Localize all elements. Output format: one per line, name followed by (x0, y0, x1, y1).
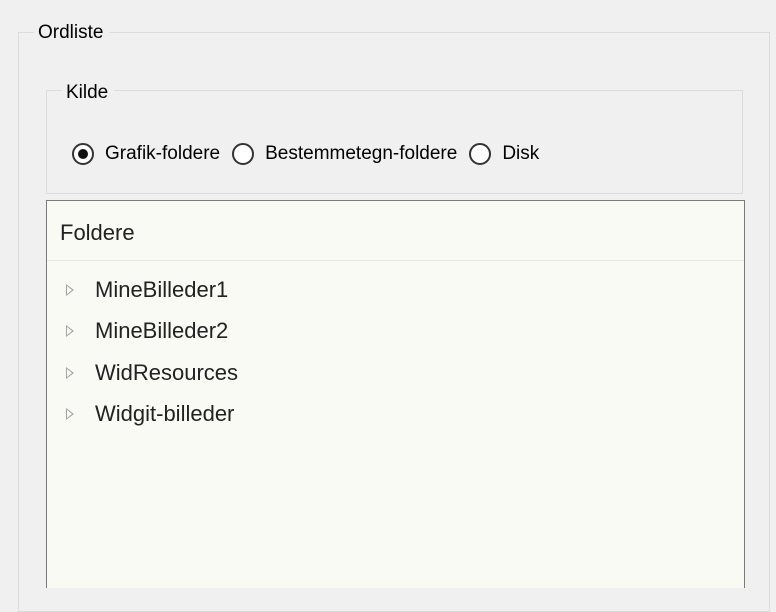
radio-graphics-folders[interactable]: Grafik-foldere (72, 143, 220, 165)
radio-checked-icon[interactable] (72, 143, 94, 165)
radio-unchecked-icon[interactable] (469, 143, 492, 165)
folders-tree-list: MineBilleder1 MineBilleder2 WidResources… (47, 269, 744, 435)
radio-unchecked-icon[interactable] (232, 143, 255, 165)
source-radio-group: Grafik-foldere Bestemmetegn-foldere Disk (72, 139, 539, 169)
radio-label-symbol-folders[interactable]: Bestemmetegn-foldere (265, 143, 457, 165)
radio-label-graphics-folders[interactable]: Grafik-foldere (105, 143, 220, 165)
folders-header: Foldere (47, 201, 744, 261)
folders-header-label: Foldere (60, 220, 135, 245)
expand-arrow-icon[interactable] (66, 325, 74, 338)
tree-item-minebilleder2[interactable]: MineBilleder2 (47, 311, 744, 353)
radio-disk[interactable]: Disk (469, 143, 539, 165)
source-group-title: Kilde (62, 80, 115, 106)
dictionary-group-title: Ordliste (34, 20, 110, 46)
radio-label-disk[interactable]: Disk (502, 143, 539, 165)
folders-tree-panel[interactable]: Foldere MineBilleder1 MineBilleder2 WidR… (46, 200, 745, 588)
tree-item-label[interactable]: MineBilleder2 (95, 318, 228, 344)
radio-symbol-folders[interactable]: Bestemmetegn-foldere (232, 143, 457, 165)
expand-arrow-icon[interactable] (66, 283, 74, 296)
tree-item-label[interactable]: MineBilleder1 (95, 277, 228, 303)
tree-item-label[interactable]: Widgit-billeder (95, 401, 234, 427)
tree-item-widresources[interactable]: WidResources (47, 352, 744, 394)
expand-arrow-icon[interactable] (66, 366, 74, 379)
tree-item-widgit-billeder[interactable]: Widgit-billeder (47, 394, 744, 436)
expand-arrow-icon[interactable] (66, 408, 74, 421)
tree-item-label[interactable]: WidResources (95, 360, 238, 386)
tree-item-minebilleder1[interactable]: MineBilleder1 (47, 269, 744, 311)
